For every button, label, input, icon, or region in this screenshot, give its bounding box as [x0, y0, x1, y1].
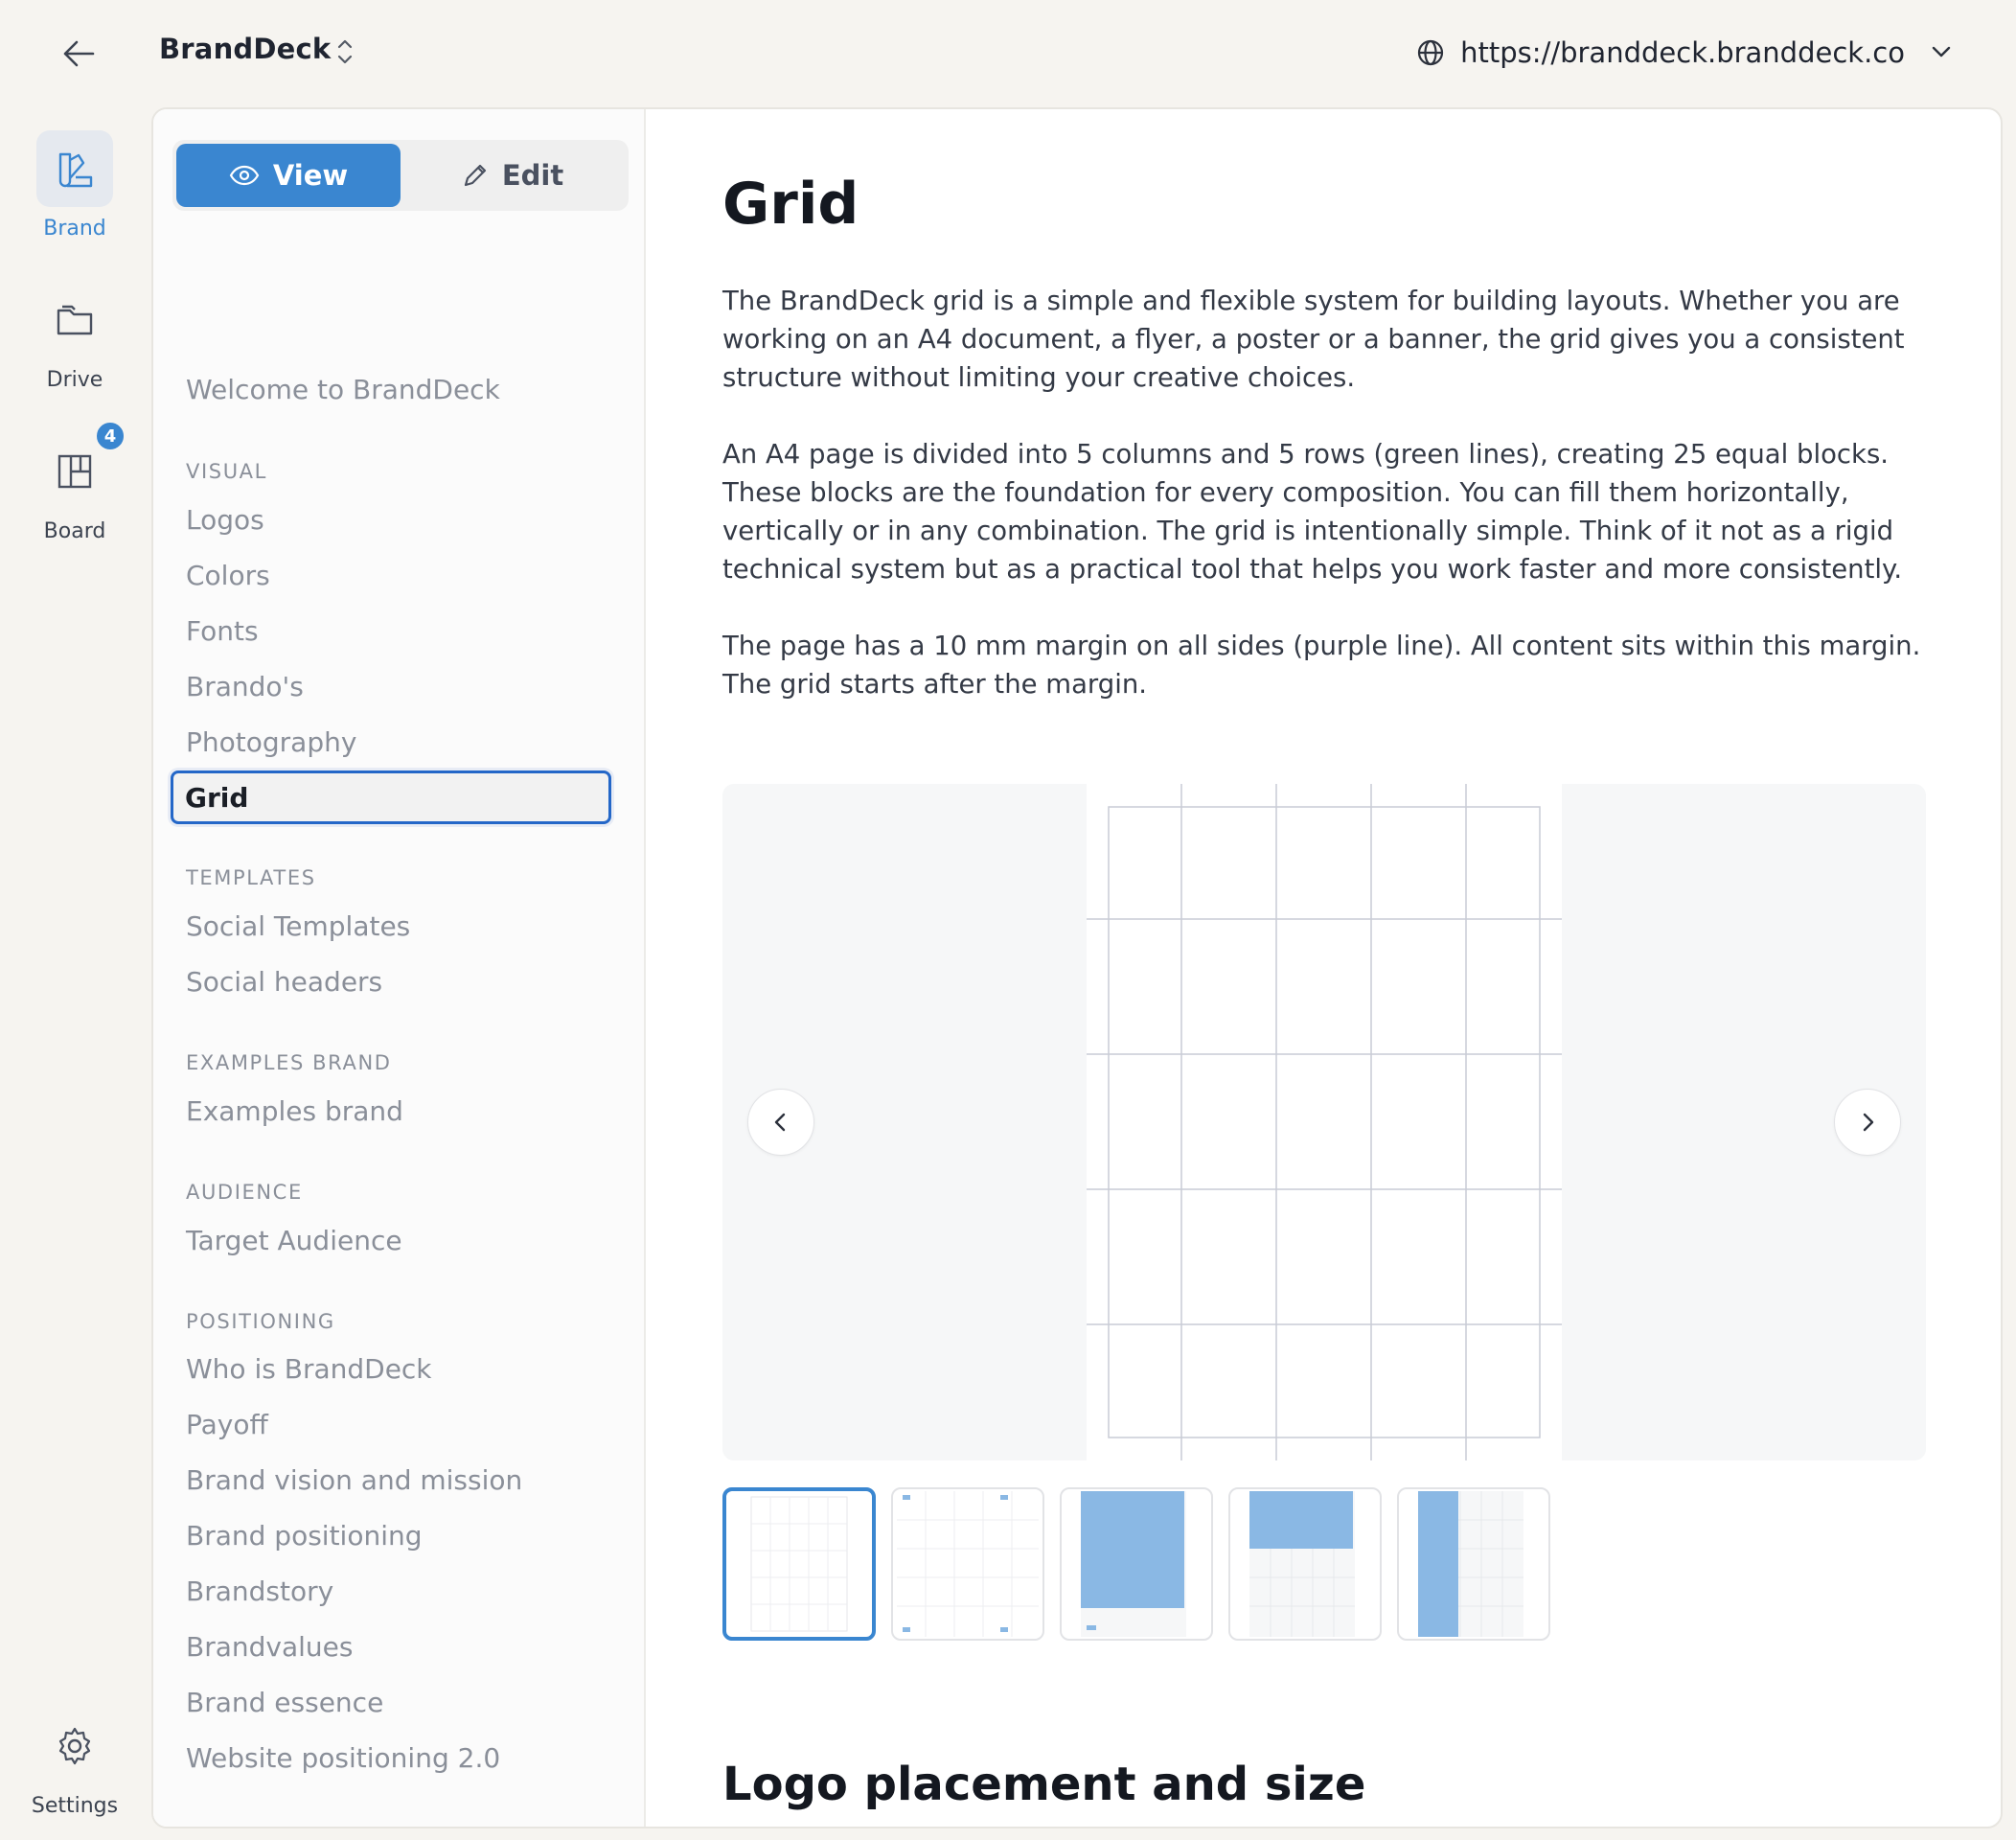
rail-label: Drive [46, 368, 103, 392]
carousel-prev-button[interactable] [747, 1089, 814, 1156]
paragraph: The BrandDeck grid is a simple and flexi… [722, 286, 1905, 393]
gear-icon [58, 1727, 91, 1765]
app-rail: Brand Drive 4 Board Settings [0, 107, 151, 1840]
grid-illustration [1087, 784, 1562, 1460]
nav-item-brandstory[interactable]: Brandstory [186, 1576, 333, 1607]
nav-item-social-templates[interactable]: Social Templates [186, 910, 410, 942]
rail-item-board[interactable]: 4 Board [17, 420, 132, 543]
globe-icon [1418, 39, 1444, 66]
nav-section-title: VISUAL [186, 460, 267, 483]
carousel-thumbnails [722, 1487, 1550, 1641]
thumbnail-grid-block-top[interactable] [1228, 1487, 1382, 1641]
rail-label: Brand [43, 217, 106, 241]
workspace-name: BrandDeck [159, 33, 332, 65]
nav-item-welcome[interactable]: Welcome to BrandDeck [186, 374, 500, 405]
rail-item-settings[interactable]: Settings [17, 1708, 132, 1818]
nav-section-title: POSITIONING [186, 1310, 335, 1333]
nav-section-title: EXAMPLES BRAND [186, 1051, 392, 1074]
chevron-right-icon [1863, 1113, 1874, 1132]
page-title: Grid [722, 171, 859, 238]
nav-item-brand-essence[interactable]: Brand essence [186, 1687, 383, 1718]
content-area: Grid The BrandDeck grid is a simple and … [722, 109, 1930, 1827]
nav-item-target-audience[interactable]: Target Audience [186, 1225, 402, 1256]
board-icon [57, 454, 92, 489]
pencil-icon [464, 164, 486, 187]
swatch-icon [58, 152, 93, 188]
nav-item-logos[interactable]: Logos [186, 504, 264, 536]
edit-label: Edit [501, 159, 564, 192]
carousel-next-button[interactable] [1834, 1089, 1901, 1156]
nav-section-title: AUDIENCE [186, 1181, 303, 1204]
workspace-switcher[interactable] [332, 33, 358, 71]
paragraph: The page has a 10 mm margin on all sides… [722, 631, 1921, 700]
rail-label: Settings [31, 1794, 119, 1818]
nav-item-social-headers[interactable]: Social headers [186, 966, 382, 998]
nav-item-brand-positioning[interactable]: Brand positioning [186, 1520, 423, 1552]
thumbnail-grid-empty[interactable] [722, 1487, 876, 1641]
nav-item-brand-vision[interactable]: Brand vision and mission [186, 1464, 522, 1496]
view-label: View [272, 159, 349, 192]
rail-label: Board [43, 519, 106, 543]
edit-button[interactable]: Edit [401, 144, 625, 207]
thumbnail-grid-logo-corners[interactable] [891, 1487, 1044, 1641]
section-title: Logo placement and size [722, 1758, 1366, 1811]
notification-badge: 4 [94, 420, 126, 452]
nav-item-photography[interactable]: Photography [186, 726, 356, 758]
folder-icon [57, 305, 93, 335]
nav-item-brandos[interactable]: Brando's [186, 671, 304, 702]
chevron-updown-icon [337, 39, 353, 64]
view-button[interactable]: View [176, 144, 401, 207]
nav-item-website-positioning[interactable]: Website positioning 2.0 [186, 1742, 500, 1774]
nav-item-payoff[interactable]: Payoff [186, 1409, 268, 1440]
rail-item-drive[interactable]: Drive [17, 282, 132, 392]
top-bar: BrandDeck https://branddeck.branddeck.co [0, 0, 2016, 107]
nav-item-examples-brand[interactable]: Examples brand [186, 1095, 403, 1127]
paragraph: An A4 page is divided into 5 columns and… [722, 439, 1903, 585]
brand-sidebar: View Edit Welcome to BrandDeck VISUAL Lo… [153, 109, 646, 1827]
image-carousel [722, 784, 1926, 1460]
nav-item-colors[interactable]: Colors [186, 560, 270, 591]
view-edit-toggle: View Edit [172, 140, 629, 211]
main-card: View Edit Welcome to BrandDeck VISUAL Lo… [151, 107, 2003, 1828]
nav-item-who-is-branddeck[interactable]: Who is BrandDeck [186, 1353, 432, 1385]
grid-page-preview [1087, 784, 1562, 1460]
site-url-selector[interactable]: https://branddeck.branddeck.co [1416, 29, 1959, 77]
eye-icon [229, 165, 260, 186]
nav-item-fonts[interactable]: Fonts [186, 615, 259, 647]
thumbnail-grid-block-large[interactable] [1060, 1487, 1213, 1641]
nav-section-title: TEMPLATES [186, 866, 316, 889]
arrow-left-icon [63, 40, 95, 67]
nav-item-brandvalues[interactable]: Brandvalues [186, 1631, 353, 1663]
thumbnail-grid-block-vertical[interactable] [1397, 1487, 1550, 1641]
rail-item-brand[interactable]: Brand [17, 130, 132, 241]
back-button[interactable] [57, 34, 100, 73]
chevron-down-icon [1932, 46, 1951, 58]
nav-item-grid[interactable]: Grid [171, 770, 611, 824]
site-url: https://branddeck.branddeck.co [1460, 36, 1905, 69]
chevron-left-icon [774, 1113, 786, 1132]
